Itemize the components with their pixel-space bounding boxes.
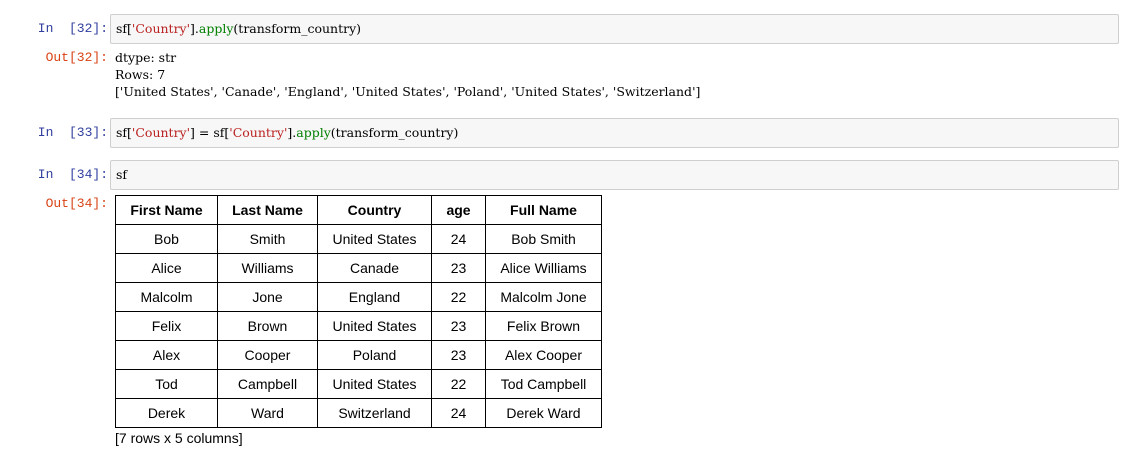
table-cell: Ward [217,398,318,428]
table-cell: Felix Brown [485,311,602,341]
table-cell: Derek [115,398,218,428]
table-cell: Jone [217,282,318,312]
code-token: ]. [287,125,297,140]
code-token: sf[ [116,21,132,36]
output-text-32: dtype: str Rows: 7 ['United States', 'Cana… [115,49,700,100]
table-cell: England [317,282,432,312]
table-cell: Williams [217,253,318,283]
input-prompt-34: In [34]: [37,167,108,182]
table-row: Alice Williams Canade 23 Alice Williams [115,253,602,283]
table-cell: Malcolm [115,282,218,312]
input-prompt-32: In [32]: [37,21,108,36]
table-cell: Poland [317,340,432,370]
code-token: sf [116,167,128,182]
table-cell: United States [317,311,432,341]
table-cell: 23 [431,253,486,283]
code-string-token: 'Country' [131,125,191,140]
code-token: (transform_country) [330,125,459,140]
column-header-last-name: Last Name [217,195,318,225]
output-line-values: ['United States', 'Canade', 'England', '… [115,84,701,99]
code-string-token: 'Country' [131,21,191,36]
output-prompt-34: Out[34]: [45,196,108,211]
column-header-first-name: First Name [115,195,218,225]
code-input-33[interactable]: sf['Country'] = sf['Country'].apply(tran… [110,118,1119,148]
code-token: ] = sf[ [190,125,230,140]
table-row: Bob Smith United States 24 Bob Smith [115,224,602,254]
table-cell: Canade [317,253,432,283]
table-cell: Switzerland [317,398,432,428]
table-cell: Alice Williams [485,253,602,283]
table-cell: Alex [115,340,218,370]
table-cell: Campbell [217,369,318,399]
table-row: Derek Ward Switzerland 24 Derek Ward [115,398,602,428]
table-row: Tod Campbell United States 22 Tod Campbe… [115,369,602,399]
column-header-country: Country [317,195,432,225]
table-cell: United States [317,369,432,399]
input-prompt-33: In [33]: [37,125,108,140]
table-cell: Tod Campbell [485,369,602,399]
column-header-age: age [431,195,486,225]
table-cell: Cooper [217,340,318,370]
table-cell: 23 [431,340,486,370]
code-input-34[interactable]: sf [110,160,1119,190]
table-row: Felix Brown United States 23 Felix Brown [115,311,602,341]
table-cell: Alice [115,253,218,283]
table-cell: Bob [115,224,218,254]
table-cell: Felix [115,311,218,341]
code-input-32[interactable]: sf['Country'].apply(transform_country) [110,14,1119,44]
code-token: (transform_country) [233,21,362,36]
output-prompt-32: Out[32]: [45,50,108,65]
table-cell: Bob Smith [485,224,602,254]
table-cell: Malcolm Jone [485,282,602,312]
output-line-rows: Rows: 7 [115,67,166,82]
table-cell: Smith [217,224,318,254]
table-header-row: First Name Last Name Country age Full Na… [115,195,602,225]
table-summary: [7 rows x 5 columns] [115,430,243,446]
table-cell: 24 [431,398,486,428]
sframe-table: First Name Last Name Country age Full Na… [115,195,602,428]
column-header-full-name: Full Name [485,195,602,225]
code-function-token: apply [198,21,234,36]
table-cell: Alex Cooper [485,340,602,370]
table-cell: 23 [431,311,486,341]
code-token: sf[ [116,125,132,140]
table-cell: Derek Ward [485,398,602,428]
code-string-token: 'Country' [229,125,288,140]
table-cell: United States [317,224,432,254]
table-cell: 22 [431,282,486,312]
table-row: Alex Cooper Poland 23 Alex Cooper [115,340,602,370]
output-line-dtype: dtype: str [115,50,177,65]
code-function-token: apply [296,125,331,140]
code-token: ]. [190,21,199,36]
table-row: Malcolm Jone England 22 Malcolm Jone [115,282,602,312]
table-cell: Brown [217,311,318,341]
table-cell: 24 [431,224,486,254]
table-cell: 22 [431,369,486,399]
table-cell: Tod [115,369,218,399]
